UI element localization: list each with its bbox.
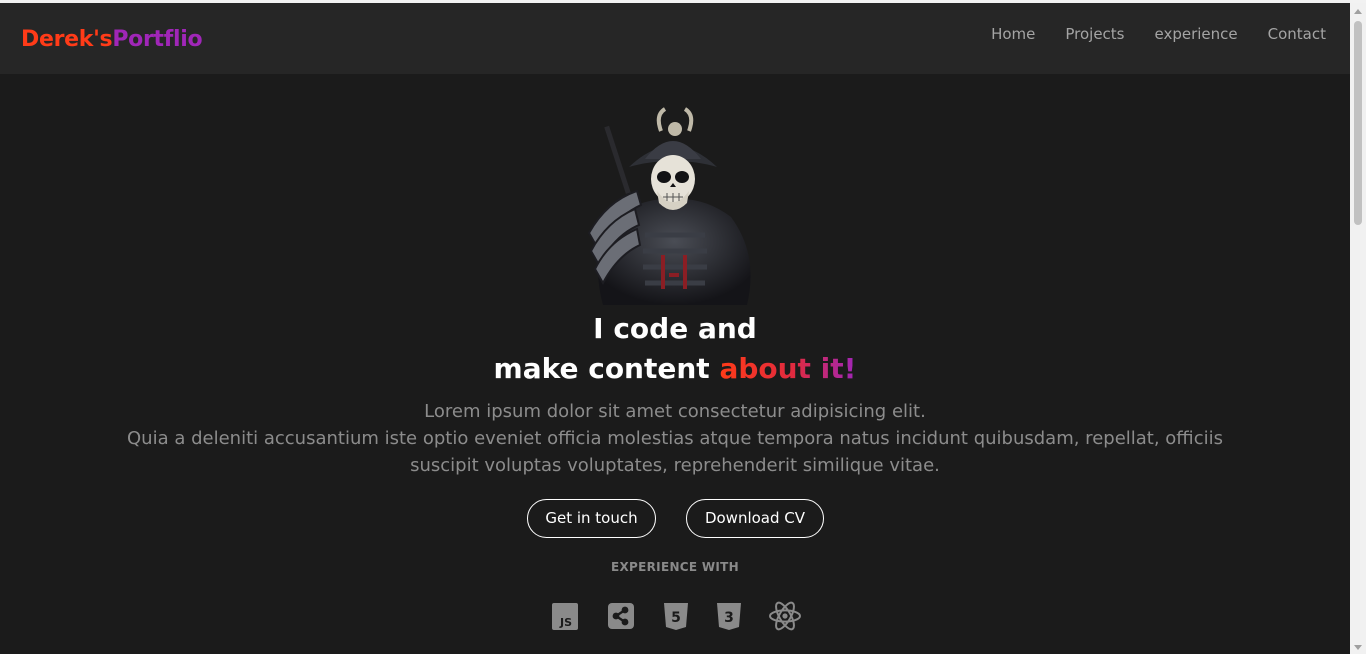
nav-projects[interactable]: Projects [1065,25,1124,43]
hero-description-line2: Quia a deleniti accusantium iste optio e… [127,428,1223,476]
brand-logo[interactable]: Derek'sPortflio [21,27,203,52]
nav-home[interactable]: Home [991,25,1035,43]
hero-headline-highlight: about it! [719,352,857,385]
experience-heading: EXPERIENCE WITH [611,560,739,574]
svg-text:3: 3 [724,610,734,626]
nav-experience[interactable]: experience [1155,25,1238,43]
html5-icon: 5 [664,603,688,630]
scrollbar-thumb[interactable] [1354,21,1362,225]
svg-text:JS: JS [559,616,572,629]
react-icon [769,601,801,631]
samurai-skull-avatar [587,107,751,305]
javascript-icon: JS [552,603,578,630]
scroll-down-arrow-icon[interactable] [1354,645,1362,650]
nav-contact[interactable]: Contact [1268,25,1326,43]
get-in-touch-button[interactable]: Get in touch [527,499,656,538]
share-icon [608,603,634,629]
brand-name: Derek's [21,27,113,52]
navbar: Derek'sPortflio Home Projects experience… [0,3,1350,74]
css3-icon: 3 [717,603,741,630]
hero-description-line1: Lorem ipsum dolor sit amet consectetur a… [424,401,926,422]
hero-headline-prefix: make content [493,352,720,385]
vertical-scrollbar[interactable] [1350,3,1366,654]
hero-headline-line1: I code and [593,312,757,345]
svg-text:5: 5 [671,610,681,626]
scroll-up-arrow-icon[interactable] [1354,9,1362,14]
download-cv-button[interactable]: Download CV [686,499,824,538]
main-nav: Home Projects experience Contact [991,25,1326,43]
hero-headline-line2: make content about it! [0,349,1350,389]
brand-portfolio: Portflio [112,27,203,52]
